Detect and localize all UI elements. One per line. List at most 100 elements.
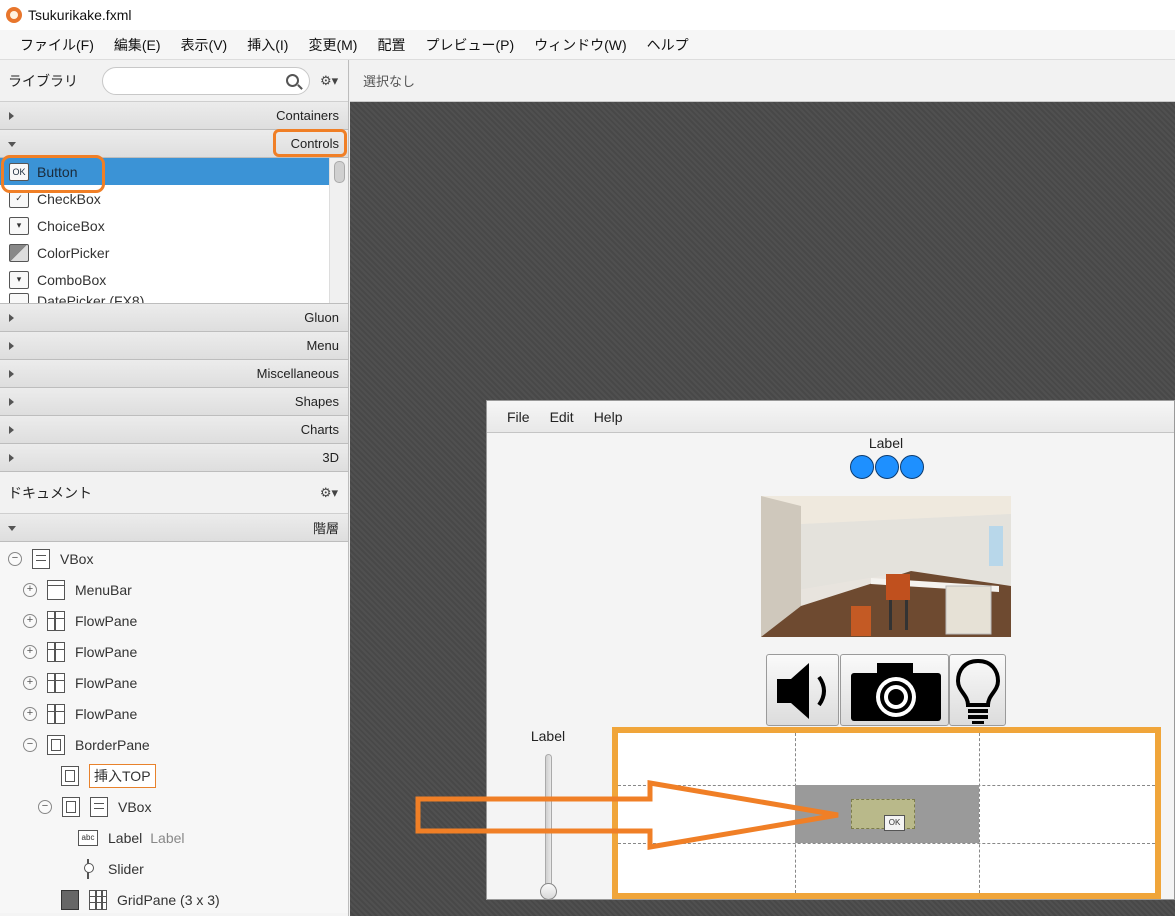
tree-node-label: MenuBar <box>75 581 132 598</box>
flowpane-icon <box>47 610 65 631</box>
accordion-3d[interactable]: 3D <box>0 444 348 472</box>
library-settings-gear-icon[interactable]: ⚙▾ <box>320 73 338 89</box>
tree-node-flowpane[interactable]: + FlowPane <box>23 605 137 636</box>
tree-node-vbox[interactable]: − VBox <box>8 543 93 574</box>
library-item-colorpicker[interactable]: ColorPicker <box>0 239 329 266</box>
expand-toggle-icon[interactable]: + <box>23 675 37 690</box>
menu-file[interactable]: ファイル(F) <box>10 35 104 55</box>
menubar-icon <box>47 579 65 600</box>
library-search-input[interactable] <box>103 67 273 94</box>
tree-node-slider[interactable]: Slider <box>83 853 144 884</box>
search-icon[interactable] <box>286 73 299 87</box>
preview-side-label[interactable]: Label <box>512 728 584 744</box>
slider-thumb[interactable] <box>540 883 557 900</box>
tree-node-label[interactable]: abc Label Label <box>78 822 185 853</box>
accordion-hierarchy[interactable]: 階層 <box>0 514 348 542</box>
controls-highlight-annotation <box>273 129 347 157</box>
menu-modify[interactable]: 変更(M) <box>298 35 367 55</box>
collapsed-triangle-icon <box>9 454 14 462</box>
menu-insert[interactable]: 挿入(I) <box>237 35 298 55</box>
speaker-icon <box>777 663 826 719</box>
label-icon: abc <box>78 829 98 846</box>
camera-icon <box>851 663 941 721</box>
menu-edit[interactable]: 編集(E) <box>104 35 171 55</box>
accordion-shapes[interactable]: Shapes <box>0 388 348 416</box>
borderpane-icon <box>47 734 65 755</box>
library-header: ライブラリ ⚙▾ <box>0 60 348 102</box>
expand-toggle-icon[interactable]: + <box>23 706 37 721</box>
accordion-label-3d: 3D <box>322 450 339 465</box>
preview-menu-help[interactable]: Help <box>584 409 633 425</box>
tree-node-label: FlowPane <box>75 674 138 691</box>
blue-circle[interactable] <box>850 455 874 479</box>
accordion-menu[interactable]: Menu <box>0 332 348 360</box>
dragged-button-ghost <box>851 799 915 829</box>
expand-toggle-icon[interactable]: + <box>23 613 37 628</box>
expand-toggle-icon[interactable]: + <box>23 582 37 597</box>
collapse-toggle-icon[interactable]: − <box>23 737 37 752</box>
collapsed-triangle-icon <box>9 370 14 378</box>
preview-menu-file[interactable]: File <box>497 409 540 425</box>
accordion-label-containers: Containers <box>276 108 339 123</box>
library-item-combobox[interactable]: ▾ ComboBox <box>0 266 329 293</box>
preview-menubar: File Edit Help <box>487 401 1174 433</box>
menu-window[interactable]: ウィンドウ(W) <box>524 35 637 55</box>
scrollbar-thumb[interactable] <box>334 161 345 183</box>
tree-node-gridpane[interactable]: GridPane (3 x 3) <box>61 884 220 915</box>
selection-status: 選択なし <box>363 74 416 89</box>
menu-arrange[interactable]: 配置 <box>367 35 415 55</box>
ok-drag-icon: OK <box>884 815 905 831</box>
tree-node-label: Label <box>108 829 143 846</box>
preview-menu-edit[interactable]: Edit <box>540 409 584 425</box>
window-title: Tsukurikake.fxml <box>28 7 132 23</box>
accordion-gluon[interactable]: Gluon <box>0 304 348 332</box>
document-settings-gear-icon[interactable]: ⚙▾ <box>320 485 338 501</box>
preview-room-image[interactable] <box>761 496 1011 637</box>
lightbulb-button[interactable] <box>949 654 1006 726</box>
flowpane-icon <box>47 641 65 662</box>
blue-circle[interactable] <box>900 455 924 479</box>
tree-node-borderpane[interactable]: − BorderPane <box>23 729 150 760</box>
collapse-toggle-icon[interactable]: − <box>38 799 52 814</box>
preview-top-label[interactable]: Label <box>850 435 922 451</box>
menu-help[interactable]: ヘルプ <box>637 35 699 55</box>
library-item-choicebox[interactable]: ▾ ChoiceBox <box>0 212 329 239</box>
menu-view[interactable]: 表示(V) <box>171 35 238 55</box>
tree-node-label: FlowPane <box>75 643 138 660</box>
library-item-label: DatePicker (FX8) <box>37 293 145 304</box>
accordion-label-shapes: Shapes <box>294 394 339 409</box>
collapsed-triangle-icon <box>9 112 14 120</box>
tree-node-flowpane[interactable]: + FlowPane <box>23 636 137 667</box>
controls-scrollbar[interactable] <box>329 158 348 303</box>
blue-circle[interactable] <box>875 455 899 479</box>
tree-node-menubar[interactable]: + MenuBar <box>23 574 132 605</box>
tree-node-insert-top[interactable]: 挿入TOP <box>61 760 156 791</box>
accordion-label-menu: Menu <box>306 338 339 353</box>
collapsed-triangle-icon <box>9 314 14 322</box>
gridpane-icon <box>89 889 107 910</box>
vbox-icon <box>90 796 108 817</box>
flowpane-icon <box>47 672 65 693</box>
insert-top-placeholder[interactable]: 挿入TOP <box>89 763 156 788</box>
camera-button[interactable] <box>840 654 949 726</box>
tree-node-inner-vbox[interactable]: − VBox <box>38 791 151 822</box>
accordion-miscellaneous[interactable]: Miscellaneous <box>0 360 348 388</box>
speaker-button[interactable] <box>766 654 839 726</box>
accordion-containers[interactable]: Containers <box>0 102 348 130</box>
tree-node-label: GridPane (3 x 3) <box>117 891 220 908</box>
tree-node-label: BorderPane <box>75 736 150 753</box>
slider-icon <box>83 858 94 879</box>
document-title: ドキュメント <box>8 484 92 501</box>
accordion-label-charts: Charts <box>300 422 339 437</box>
library-search-box[interactable] <box>102 66 310 95</box>
tree-node-flowpane[interactable]: + FlowPane <box>23 698 137 729</box>
accordion-charts[interactable]: Charts <box>0 416 348 444</box>
collapse-toggle-icon[interactable]: − <box>8 551 22 566</box>
tree-node-label: FlowPane <box>75 705 138 722</box>
menu-preview[interactable]: プレビュー(P) <box>415 35 524 55</box>
tree-node-label: VBox <box>118 798 152 815</box>
tree-node-flowpane[interactable]: + FlowPane <box>23 667 137 698</box>
expand-toggle-icon[interactable]: + <box>23 644 37 659</box>
library-item-datepicker[interactable]: DatePicker (FX8) <box>0 293 329 304</box>
borderpane-center-icon <box>62 796 80 817</box>
